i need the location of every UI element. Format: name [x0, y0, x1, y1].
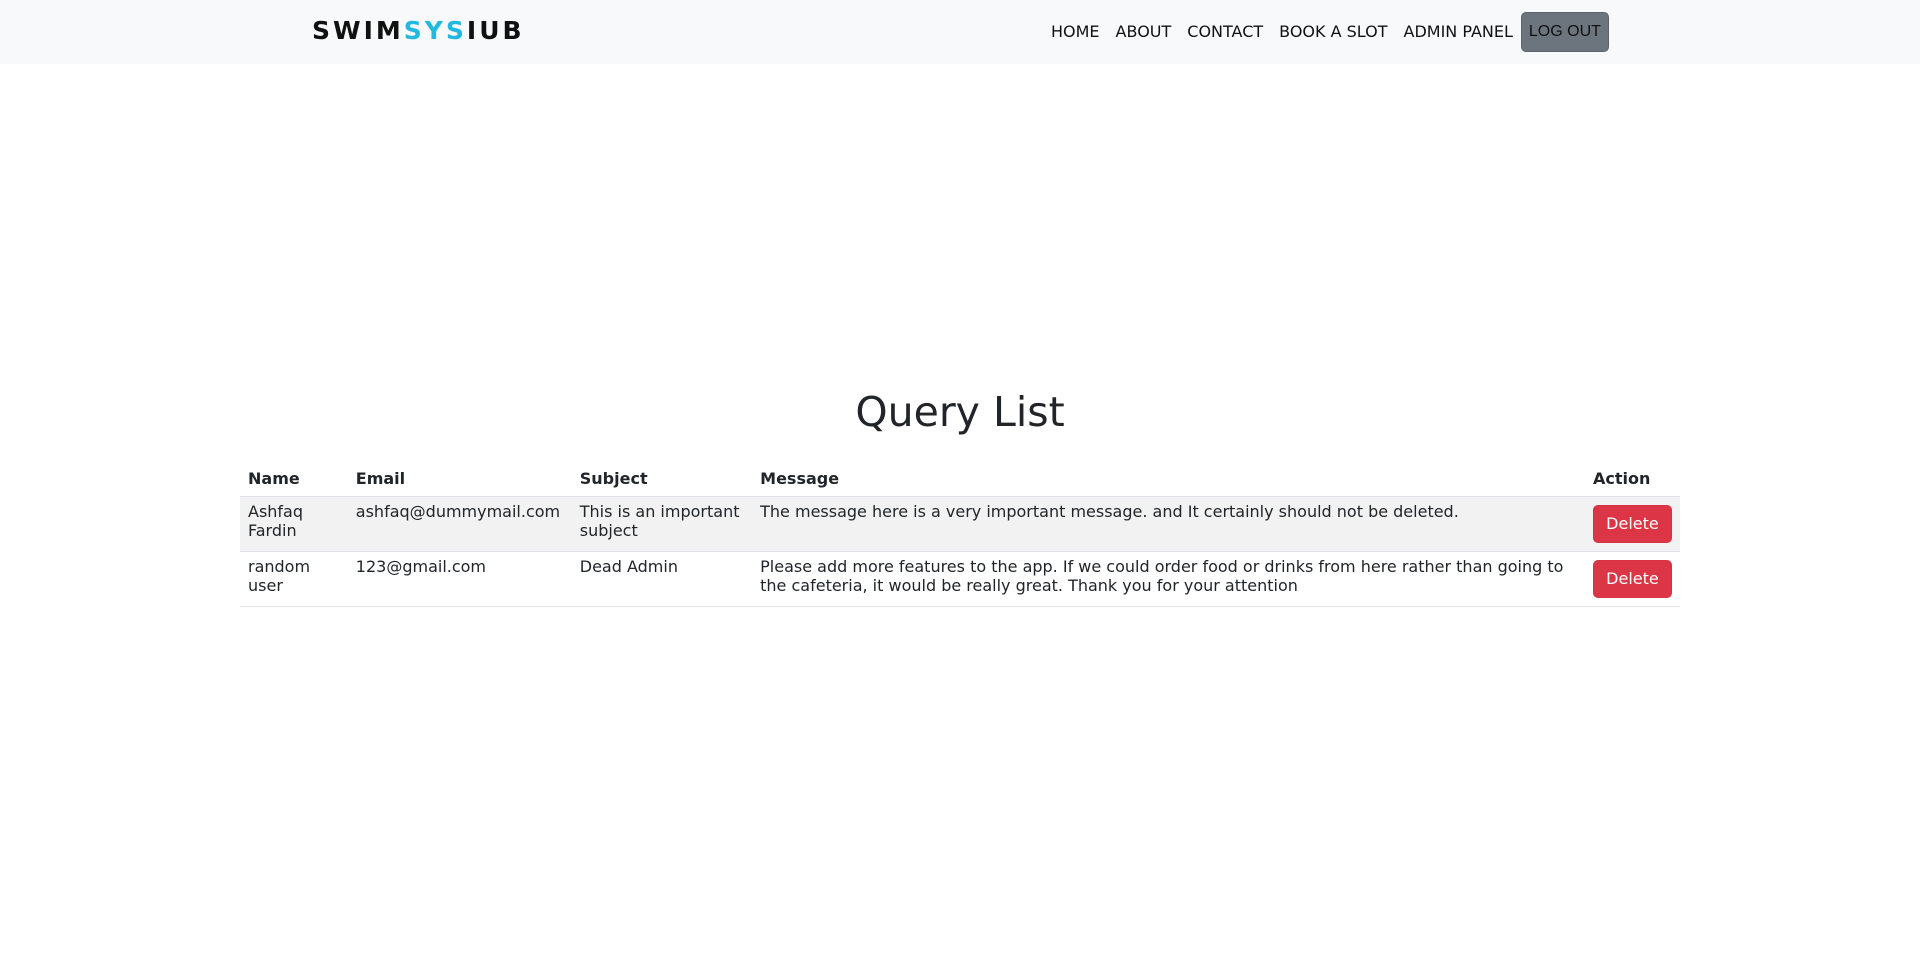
brand-part-iub: IUB: [466, 16, 525, 45]
cell-action: Delete: [1584, 551, 1680, 607]
brand-part-swim: SWIM: [312, 16, 404, 45]
navbar: SWIMSYSIUB HOME ABOUT CONTACT BOOK A SLO…: [0, 0, 1920, 64]
brand-part-sys: SYS: [403, 16, 467, 45]
table-row: random user 123@gmail.com Dead Admin Ple…: [240, 551, 1680, 607]
cell-message: The message here is a very important mes…: [752, 496, 1585, 552]
nav-link-home[interactable]: HOME: [1051, 12, 1100, 52]
cell-name: Ashfaq Fardin: [240, 496, 348, 552]
logout-button[interactable]: LOG OUT: [1520, 12, 1609, 52]
nav-link-contact[interactable]: CONTACT: [1187, 12, 1263, 52]
column-header-subject: Subject: [571, 462, 753, 497]
cell-message: Please add more features to the app. If …: [752, 551, 1585, 607]
main-nav: HOME ABOUT CONTACT BOOK A SLOT ADMIN PAN…: [1051, 12, 1609, 52]
cell-action: Delete: [1584, 496, 1680, 552]
page-title: Query List: [855, 388, 1065, 436]
delete-button[interactable]: Delete: [1592, 559, 1672, 598]
brand-logo[interactable]: SWIMSYSIUB: [312, 14, 525, 48]
delete-button[interactable]: Delete: [1592, 504, 1672, 543]
cell-email: 123@gmail.com: [347, 551, 572, 607]
nav-link-about[interactable]: ABOUT: [1116, 12, 1172, 52]
table-row: Ashfaq Fardin ashfaq@dummymail.com This …: [240, 496, 1680, 552]
column-header-name: Name: [240, 462, 348, 497]
cell-subject: Dead Admin: [571, 551, 753, 607]
table-header-row: Name Email Subject Message Action: [240, 462, 1680, 497]
nav-link-book-a-slot[interactable]: BOOK A SLOT: [1279, 12, 1387, 52]
column-header-message: Message: [752, 462, 1585, 497]
column-header-action: Action: [1584, 462, 1680, 497]
query-table: Name Email Subject Message Action Ashfaq…: [240, 462, 1680, 607]
cell-email: ashfaq@dummymail.com: [347, 496, 572, 552]
cell-subject: This is an important subject: [571, 496, 753, 552]
nav-link-admin-panel[interactable]: ADMIN PANEL: [1404, 12, 1513, 52]
column-header-email: Email: [347, 462, 572, 497]
cell-name: random user: [240, 551, 348, 607]
